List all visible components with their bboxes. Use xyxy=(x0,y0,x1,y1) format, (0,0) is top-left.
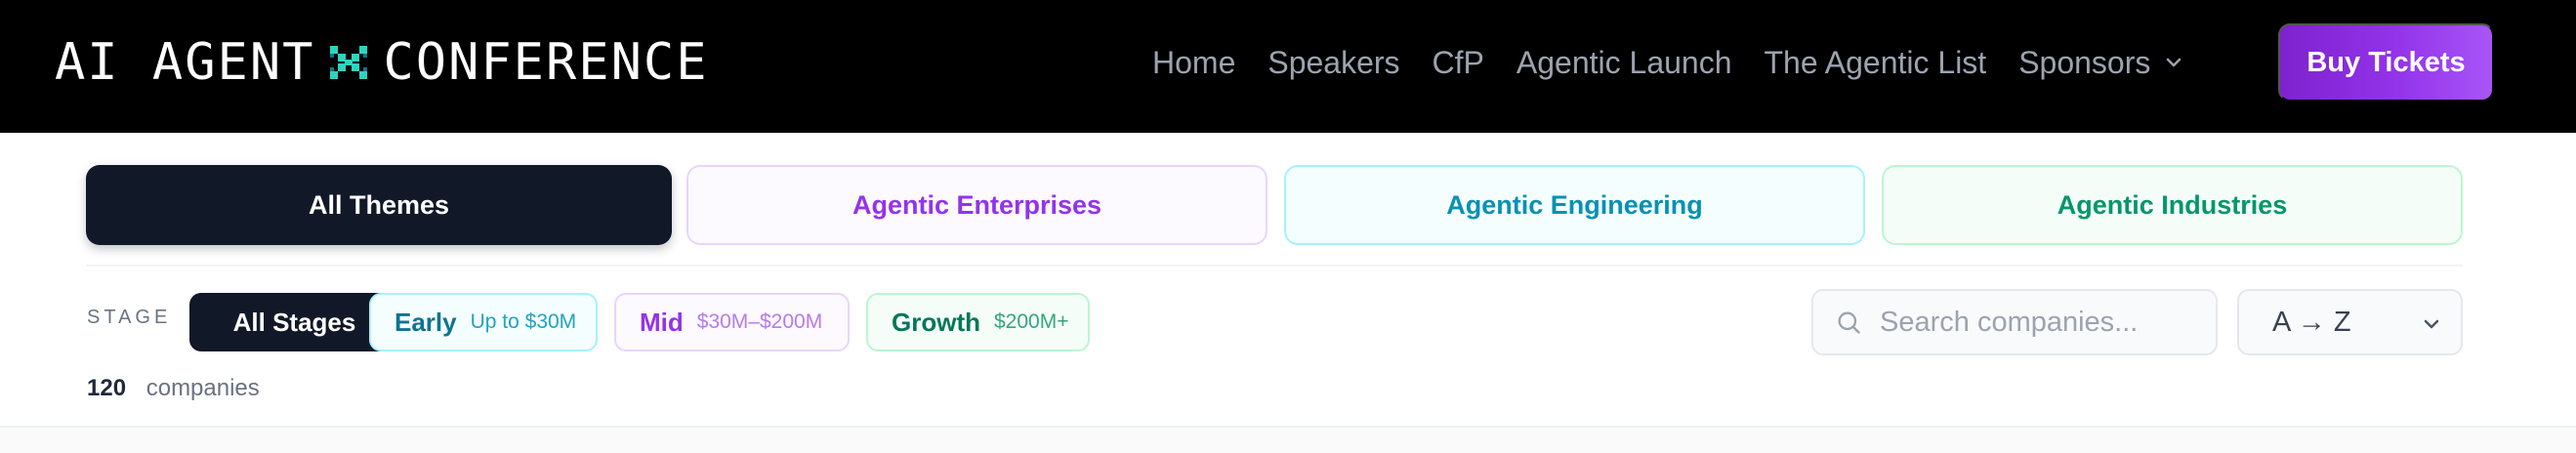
nav-link-cfp[interactable]: CfP xyxy=(1433,33,1484,92)
stage-chip-early[interactable]: Early Up to $30M xyxy=(369,293,598,351)
x-cross-icon xyxy=(330,46,368,79)
nav-link-speakers[interactable]: Speakers xyxy=(1267,33,1399,92)
results-count-number: 120 xyxy=(87,375,127,401)
sort-select[interactable]: A → Z xyxy=(2237,289,2463,355)
theme-filter-bar: All Themes Agentic Enterprises Agentic E… xyxy=(0,133,2576,267)
search-box xyxy=(1811,289,2218,355)
stage-chip-growth[interactable]: Growth $200M+ xyxy=(866,293,1090,351)
theme-divider xyxy=(86,265,2463,267)
nav-link-agentic-list[interactable]: The Agentic List xyxy=(1765,33,1987,92)
conference-logo[interactable]: AI AGENT CONFERENCE xyxy=(55,33,709,92)
stage-chip-all[interactable]: All Stages xyxy=(189,293,399,351)
logo-text-right: CONFERENCE xyxy=(383,33,709,92)
stage-chip-early-label: Early xyxy=(395,307,457,337)
tab-agentic-industries[interactable]: Agentic Industries xyxy=(1882,165,2463,245)
stage-chip-growth-range: $200M+ xyxy=(994,310,1069,333)
search-input[interactable] xyxy=(1880,306,2202,339)
buy-tickets-button[interactable]: Buy Tickets xyxy=(2278,23,2494,102)
results-area xyxy=(0,428,2576,453)
search-icon xyxy=(1838,311,1860,334)
chevron-down-icon xyxy=(2167,58,2181,67)
logo-text-left: AI AGENT xyxy=(55,33,315,92)
nav-dropdown-sponsors[interactable]: Sponsors xyxy=(2018,33,2185,92)
tab-agentic-enterprises[interactable]: Agentic Enterprises xyxy=(686,165,1267,245)
tab-agentic-engineering[interactable]: Agentic Engineering xyxy=(1284,165,1865,245)
chevron-down-icon xyxy=(2424,319,2439,329)
stage-chip-growth-label: Growth xyxy=(892,307,980,337)
nav-link-home[interactable]: Home xyxy=(1152,33,1235,92)
results-count-label: companies xyxy=(145,375,260,401)
stage-chip-early-range: Up to $30M xyxy=(470,310,577,333)
nav-dropdown-label: Sponsors xyxy=(2018,45,2151,80)
stage-chip-mid-range: $30M–$200M xyxy=(696,310,823,333)
stage-filter-label: STAGE xyxy=(87,307,172,328)
stage-chip-mid-label: Mid xyxy=(640,307,684,337)
main-nav: Home Speakers CfP Agentic Launch The Age… xyxy=(1152,33,2218,92)
sort-selected-value: A → Z xyxy=(2272,306,2351,338)
tab-all-themes[interactable]: All Themes xyxy=(86,165,672,245)
top-navbar: AI AGENT CONFERENCE Home Speakers CfP Ag… xyxy=(0,0,2576,133)
stage-chip-all-label: All Stages xyxy=(232,307,356,337)
stage-chip-mid[interactable]: Mid $30M–$200M xyxy=(614,293,850,351)
results-count: 120 companies xyxy=(87,375,260,402)
nav-link-agentic-launch[interactable]: Agentic Launch xyxy=(1517,33,1732,92)
